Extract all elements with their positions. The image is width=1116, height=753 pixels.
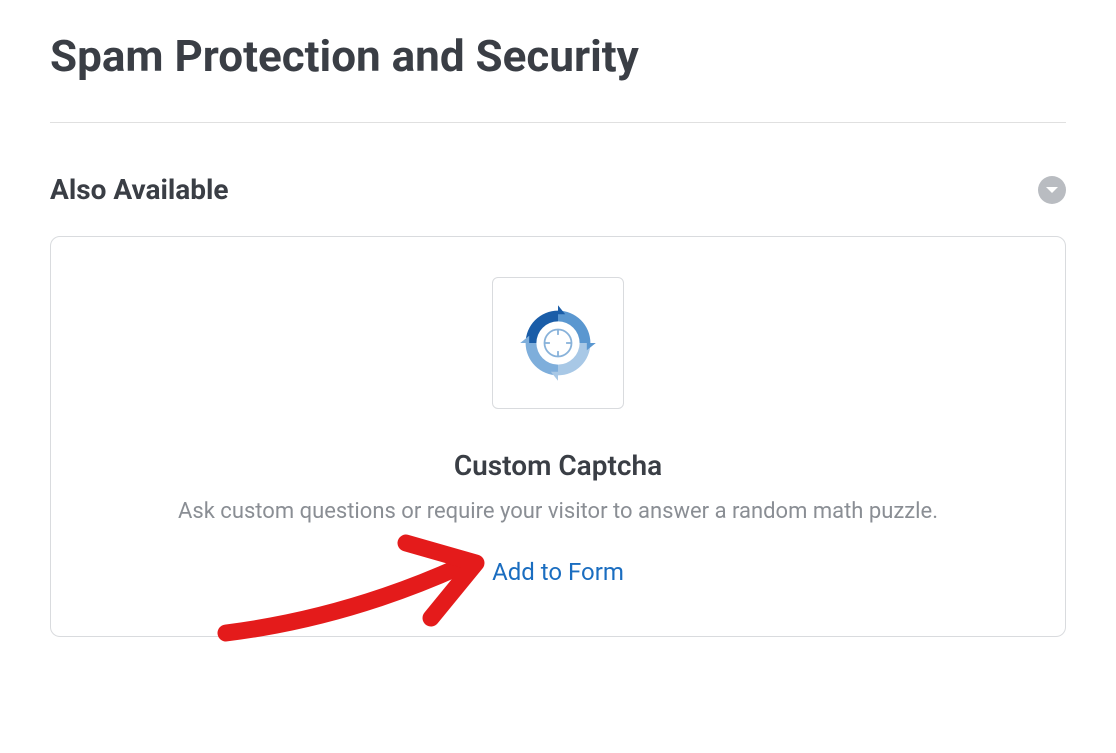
card-title: Custom Captcha: [81, 449, 1035, 482]
captcha-icon-box: [492, 277, 624, 409]
captcha-circular-icon: [513, 298, 603, 388]
page-title: Spam Protection and Security: [50, 30, 1066, 82]
red-arrow-annotation: [206, 518, 506, 648]
captcha-card: Custom Captcha Ask custom questions or r…: [50, 236, 1066, 637]
card-description: Ask custom questions or require your vis…: [81, 497, 1035, 528]
chevron-down-icon: [1045, 185, 1059, 195]
section-header: Also Available: [50, 173, 1066, 206]
collapse-toggle[interactable]: [1038, 176, 1066, 204]
divider: [50, 122, 1066, 123]
add-to-form-link[interactable]: Add to Form: [492, 558, 624, 586]
section-title: Also Available: [50, 173, 229, 206]
